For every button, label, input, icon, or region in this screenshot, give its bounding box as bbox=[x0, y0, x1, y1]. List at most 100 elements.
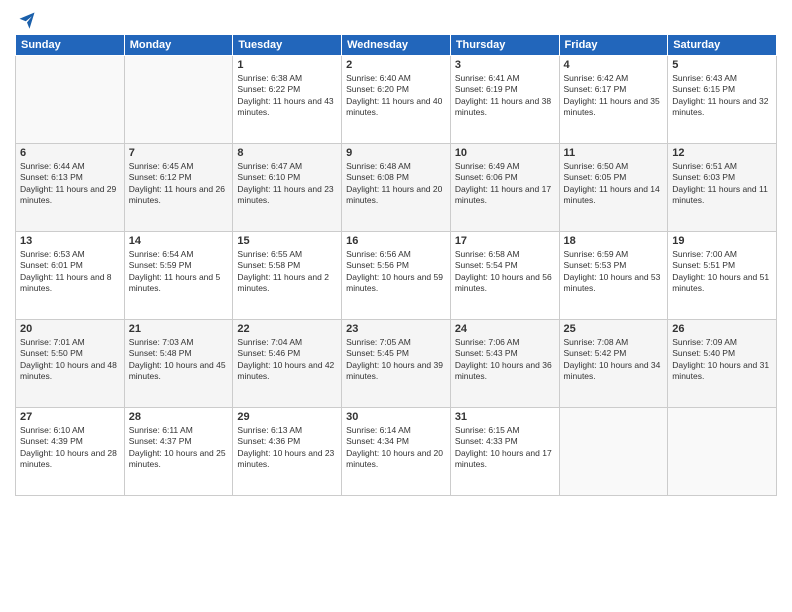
calendar-cell: 4 Sunrise: 6:42 AM Sunset: 6:17 PM Daylig… bbox=[559, 56, 668, 144]
column-header-saturday: Saturday bbox=[668, 35, 777, 56]
calendar-cell: 14Sunrise: 6:54 AM Sunset: 5:59 PM Dayli… bbox=[124, 232, 233, 320]
calendar-page: SundayMondayTuesdayWednesdayThursdayFrid… bbox=[0, 0, 792, 612]
week-row-4: 20 Sunrise: 7:01 AM Sunset: 5:50 PM Dayli… bbox=[16, 320, 777, 408]
cell-content: Sunrise: 6:45 AM Sunset: 6:12 PM Dayligh… bbox=[129, 161, 229, 207]
day-number: 10 bbox=[455, 147, 555, 159]
day-number: 16 bbox=[346, 235, 446, 247]
day-number: 7 bbox=[129, 147, 229, 159]
logo-bird-icon bbox=[17, 10, 37, 30]
cell-content: Sunrise: 6:41 AM Sunset: 6:19 PM Dayligh… bbox=[455, 73, 555, 119]
day-number: 15 bbox=[237, 235, 337, 247]
cell-content: Sunrise: 6:42 AM Sunset: 6:17 PM Dayligh… bbox=[564, 73, 664, 119]
day-number: 2 bbox=[346, 59, 446, 71]
week-row-3: 13 Sunrise: 6:53 AM Sunset: 6:01 PM Dayli… bbox=[16, 232, 777, 320]
day-number: 31 bbox=[455, 411, 555, 423]
cell-content: Sunrise: 6:47 AM Sunset: 6:10 PM Dayligh… bbox=[237, 161, 337, 207]
calendar-table: SundayMondayTuesdayWednesdayThursdayFrid… bbox=[15, 34, 777, 496]
column-header-thursday: Thursday bbox=[450, 35, 559, 56]
cell-content: Sunrise: 7:04 AM Sunset: 5:46 PM Dayligh… bbox=[237, 337, 337, 383]
cell-content: Sunrise: 6:55 AM Sunset: 5:58 PM Dayligh… bbox=[237, 249, 337, 295]
calendar-cell: 15 Sunrise: 6:55 AM Sunset: 5:58 PM Dayli… bbox=[233, 232, 342, 320]
calendar-cell: 5Sunrise: 6:43 AM Sunset: 6:15 PM Daylig… bbox=[668, 56, 777, 144]
day-number: 6 bbox=[20, 147, 120, 159]
header bbox=[15, 10, 777, 26]
column-header-tuesday: Tuesday bbox=[233, 35, 342, 56]
calendar-cell: 21 Sunrise: 7:03 AM Sunset: 5:48 PM Dayli… bbox=[124, 320, 233, 408]
calendar-cell: 23Sunrise: 7:05 AM Sunset: 5:45 PM Dayli… bbox=[342, 320, 451, 408]
cell-content: Sunrise: 6:58 AM Sunset: 5:54 PM Dayligh… bbox=[455, 249, 555, 295]
cell-content: Sunrise: 6:51 AM Sunset: 6:03 PM Dayligh… bbox=[672, 161, 772, 207]
cell-content: Sunrise: 6:40 AM Sunset: 6:20 PM Dayligh… bbox=[346, 73, 446, 119]
calendar-cell bbox=[124, 56, 233, 144]
calendar-cell bbox=[559, 408, 668, 496]
calendar-cell: 24 Sunrise: 7:06 AM Sunset: 5:43 PM Dayli… bbox=[450, 320, 559, 408]
calendar-cell: 3Sunrise: 6:41 AM Sunset: 6:19 PM Daylig… bbox=[450, 56, 559, 144]
day-number: 4 bbox=[564, 59, 664, 71]
calendar-cell: 12Sunrise: 6:51 AM Sunset: 6:03 PM Dayli… bbox=[668, 144, 777, 232]
day-number: 1 bbox=[237, 59, 337, 71]
day-number: 17 bbox=[455, 235, 555, 247]
day-number: 13 bbox=[20, 235, 120, 247]
day-number: 18 bbox=[564, 235, 664, 247]
header-row: SundayMondayTuesdayWednesdayThursdayFrid… bbox=[16, 35, 777, 56]
day-number: 19 bbox=[672, 235, 772, 247]
calendar-cell: 11 Sunrise: 6:50 AM Sunset: 6:05 PM Dayli… bbox=[559, 144, 668, 232]
calendar-cell: 20 Sunrise: 7:01 AM Sunset: 5:50 PM Dayli… bbox=[16, 320, 125, 408]
calendar-cell bbox=[16, 56, 125, 144]
cell-content: Sunrise: 6:11 AM Sunset: 4:37 PM Dayligh… bbox=[129, 425, 229, 471]
calendar-cell: 17 Sunrise: 6:58 AM Sunset: 5:54 PM Dayli… bbox=[450, 232, 559, 320]
day-number: 26 bbox=[672, 323, 772, 335]
cell-content: Sunrise: 6:48 AM Sunset: 6:08 PM Dayligh… bbox=[346, 161, 446, 207]
column-header-monday: Monday bbox=[124, 35, 233, 56]
day-number: 30 bbox=[346, 411, 446, 423]
day-number: 22 bbox=[237, 323, 337, 335]
calendar-cell: 31 Sunrise: 6:15 AM Sunset: 4:33 PM Dayli… bbox=[450, 408, 559, 496]
calendar-cell: 28 Sunrise: 6:11 AM Sunset: 4:37 PM Dayli… bbox=[124, 408, 233, 496]
calendar-cell: 7 Sunrise: 6:45 AM Sunset: 6:12 PM Daylig… bbox=[124, 144, 233, 232]
calendar-cell: 22 Sunrise: 7:04 AM Sunset: 5:46 PM Dayli… bbox=[233, 320, 342, 408]
day-number: 28 bbox=[129, 411, 229, 423]
cell-content: Sunrise: 6:54 AM Sunset: 5:59 PM Dayligh… bbox=[129, 249, 229, 295]
week-row-5: 27Sunrise: 6:10 AM Sunset: 4:39 PM Dayli… bbox=[16, 408, 777, 496]
cell-content: Sunrise: 6:38 AM Sunset: 6:22 PM Dayligh… bbox=[237, 73, 337, 119]
cell-content: Sunrise: 7:01 AM Sunset: 5:50 PM Dayligh… bbox=[20, 337, 120, 383]
calendar-cell: 16 Sunrise: 6:56 AM Sunset: 5:56 PM Dayli… bbox=[342, 232, 451, 320]
calendar-cell: 9 Sunrise: 6:48 AM Sunset: 6:08 PM Daylig… bbox=[342, 144, 451, 232]
day-number: 20 bbox=[20, 323, 120, 335]
calendar-cell bbox=[668, 408, 777, 496]
cell-content: Sunrise: 6:44 AM Sunset: 6:13 PM Dayligh… bbox=[20, 161, 120, 207]
day-number: 24 bbox=[455, 323, 555, 335]
cell-content: Sunrise: 7:03 AM Sunset: 5:48 PM Dayligh… bbox=[129, 337, 229, 383]
cell-content: Sunrise: 7:06 AM Sunset: 5:43 PM Dayligh… bbox=[455, 337, 555, 383]
calendar-cell: 18 Sunrise: 6:59 AM Sunset: 5:53 PM Dayli… bbox=[559, 232, 668, 320]
cell-content: Sunrise: 7:08 AM Sunset: 5:42 PM Dayligh… bbox=[564, 337, 664, 383]
day-number: 21 bbox=[129, 323, 229, 335]
cell-content: Sunrise: 6:13 AM Sunset: 4:36 PM Dayligh… bbox=[237, 425, 337, 471]
cell-content: Sunrise: 6:43 AM Sunset: 6:15 PM Dayligh… bbox=[672, 73, 772, 119]
cell-content: Sunrise: 6:56 AM Sunset: 5:56 PM Dayligh… bbox=[346, 249, 446, 295]
day-number: 11 bbox=[564, 147, 664, 159]
week-row-2: 6 Sunrise: 6:44 AM Sunset: 6:13 PM Daylig… bbox=[16, 144, 777, 232]
day-number: 25 bbox=[564, 323, 664, 335]
cell-content: Sunrise: 6:14 AM Sunset: 4:34 PM Dayligh… bbox=[346, 425, 446, 471]
cell-content: Sunrise: 6:15 AM Sunset: 4:33 PM Dayligh… bbox=[455, 425, 555, 471]
cell-content: Sunrise: 6:49 AM Sunset: 6:06 PM Dayligh… bbox=[455, 161, 555, 207]
cell-content: Sunrise: 7:00 AM Sunset: 5:51 PM Dayligh… bbox=[672, 249, 772, 295]
cell-content: Sunrise: 6:53 AM Sunset: 6:01 PM Dayligh… bbox=[20, 249, 120, 295]
calendar-cell: 30 Sunrise: 6:14 AM Sunset: 4:34 PM Dayli… bbox=[342, 408, 451, 496]
column-header-friday: Friday bbox=[559, 35, 668, 56]
calendar-cell: 19 Sunrise: 7:00 AM Sunset: 5:51 PM Dayli… bbox=[668, 232, 777, 320]
cell-content: Sunrise: 7:09 AM Sunset: 5:40 PM Dayligh… bbox=[672, 337, 772, 383]
logo bbox=[15, 10, 37, 26]
day-number: 8 bbox=[237, 147, 337, 159]
calendar-cell: 1 Sunrise: 6:38 AM Sunset: 6:22 PM Daylig… bbox=[233, 56, 342, 144]
calendar-cell: 25 Sunrise: 7:08 AM Sunset: 5:42 PM Dayli… bbox=[559, 320, 668, 408]
cell-content: Sunrise: 6:50 AM Sunset: 6:05 PM Dayligh… bbox=[564, 161, 664, 207]
day-number: 27 bbox=[20, 411, 120, 423]
day-number: 23 bbox=[346, 323, 446, 335]
calendar-cell: 29Sunrise: 6:13 AM Sunset: 4:36 PM Dayli… bbox=[233, 408, 342, 496]
cell-content: Sunrise: 6:59 AM Sunset: 5:53 PM Dayligh… bbox=[564, 249, 664, 295]
column-header-wednesday: Wednesday bbox=[342, 35, 451, 56]
day-number: 9 bbox=[346, 147, 446, 159]
calendar-cell: 13 Sunrise: 6:53 AM Sunset: 6:01 PM Dayli… bbox=[16, 232, 125, 320]
